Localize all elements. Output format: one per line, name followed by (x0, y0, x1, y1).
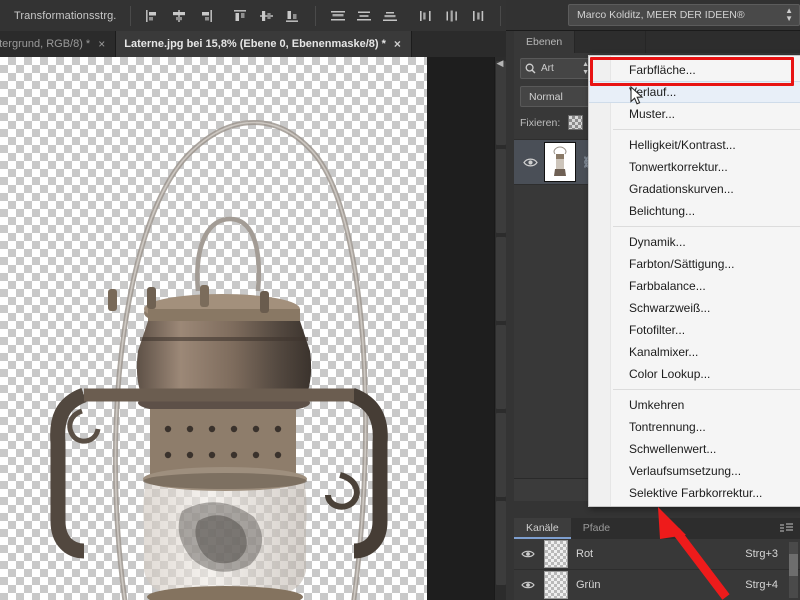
tab-ebenen[interactable]: Ebenen (514, 31, 576, 53)
lock-transparency-icon[interactable] (568, 115, 584, 130)
dock-panel-chip[interactable] (496, 149, 506, 233)
menu-item-kanalmixer[interactable]: Kanalmixer... (589, 341, 800, 363)
tab-pfade[interactable]: Pfade (570, 518, 623, 539)
lantern-artwork (50, 120, 388, 600)
menu-item-helligkeit-kontrast[interactable]: Helligkeit/Kontrast... (589, 134, 800, 156)
dock-panel-chip[interactable] (496, 325, 506, 409)
dock-panel-chip[interactable] (496, 501, 506, 585)
distribute-horizontal-centers-icon[interactable] (440, 5, 464, 27)
align-right-edges-icon[interactable] (193, 5, 217, 27)
dock-panel-chip[interactable] (496, 61, 506, 145)
distribute-horizontal-group (408, 5, 496, 27)
eye-icon[interactable] (522, 157, 538, 168)
tool-options-label: Transformationsstrg. (14, 9, 117, 22)
menu-item-list: Farbfläche... Verlauf... Muster... Helligke… (589, 56, 800, 504)
new-adjustment-layer-menu[interactable]: Farbfläche... Verlauf... Muster... Helligke… (588, 55, 800, 507)
panel-menu-icon[interactable] (780, 520, 794, 538)
mouse-cursor (630, 86, 644, 105)
red-pointer-arrow (658, 507, 730, 600)
distribute-top-edges-icon[interactable] (326, 5, 350, 27)
eye-icon[interactable] (520, 549, 536, 559)
menu-item-schwellenwert[interactable]: Schwellenwert... (589, 438, 800, 460)
lock-label: Fixieren: (520, 116, 561, 129)
tab-kanaele[interactable]: Kanäle (514, 518, 571, 539)
menu-item-verlauf[interactable]: Verlauf... (589, 81, 800, 103)
account-bar: Marco Kolditz, MEER DER IDEEN® ▲ ▼ (506, 0, 800, 31)
menu-item-muster[interactable]: Muster... (589, 103, 800, 125)
menu-item-umkehren[interactable]: Umkehren (589, 394, 800, 416)
account-name: Marco Kolditz, MEER DER IDEEN® (577, 9, 745, 21)
menu-item-farbfläche[interactable]: Farbfläche... (589, 59, 800, 81)
align-top-edges-icon[interactable] (229, 5, 253, 27)
menu-item-tonwertkorrektur[interactable]: Tonwertkorrektur... (589, 156, 800, 178)
dock-panel-chip[interactable] (496, 237, 506, 321)
menu-item-belichtung[interactable]: Belichtung... (589, 200, 800, 222)
menu-item-dynamik[interactable]: Dynamik... (589, 231, 800, 253)
layer-thumbnail[interactable] (544, 142, 576, 182)
menu-item-fotofilter[interactable]: Fotofilter... (589, 319, 800, 341)
menu-separator (613, 389, 800, 390)
align-bottom-edges-icon[interactable] (281, 5, 305, 27)
close-icon[interactable]: × (394, 38, 401, 50)
align-vertical-centers-icon[interactable] (255, 5, 279, 27)
expand-dock-arrow-icon[interactable]: ◀ (495, 58, 505, 68)
menu-separator (613, 129, 800, 130)
menu-item-farbbalance[interactable]: Farbbalance... (589, 275, 800, 297)
document-tab-2[interactable]: Laterne.jpg bei 15,8% (Ebene 0, Ebenenma… (116, 31, 412, 57)
menu-item-farbton-sättigung[interactable]: Farbton/Sättigung... (589, 253, 800, 275)
menu-item-tontrennung[interactable]: Tontrennung... (589, 416, 800, 438)
chevron-updown-icon[interactable]: ▲ ▼ (785, 7, 793, 23)
search-icon (525, 63, 536, 74)
document-tab-1[interactable]: 1% (Hintergrund, RGB/8) * × (0, 31, 117, 57)
distribute-vertical-centers-icon[interactable] (352, 5, 376, 27)
menu-item-color-lookup[interactable]: Color Lookup... (589, 363, 800, 385)
align-vertical-group (223, 5, 311, 27)
account-select[interactable]: Marco Kolditz, MEER DER IDEEN® ▲ ▼ (568, 4, 800, 26)
layers-panel-tabs: Ebenen (514, 31, 800, 53)
layer-filter-kind-value: Art (541, 63, 554, 74)
menu-item-verlaufsumsetzung[interactable]: Verlaufsumsetzung... (589, 460, 800, 482)
align-left-edges-icon[interactable] (141, 5, 165, 27)
align-buttons-group (135, 5, 223, 27)
channels-scrollbar[interactable] (789, 542, 798, 598)
menu-item-schwarzweiß[interactable]: Schwarzweiß... (589, 297, 800, 319)
image-canvas[interactable] (0, 57, 427, 600)
menu-item-selektive-farbkorrektur[interactable]: Selektive Farbkorrektur... (589, 482, 800, 504)
document-tab-1-title: 1% (Hintergrund, RGB/8) * (0, 38, 91, 50)
align-horizontal-centers-icon[interactable] (167, 5, 191, 27)
channel-thumbnail (544, 540, 568, 568)
menu-item-gradationskurven[interactable]: Gradationskurven... (589, 178, 800, 200)
distribute-vertical-group (320, 5, 408, 27)
photoshop-window: Transformationsstrg. tergrund, RGB/8) * … (0, 0, 800, 600)
menu-separator (613, 226, 800, 227)
channel-thumbnail (544, 571, 568, 599)
eye-icon[interactable] (520, 580, 536, 590)
layer-filter-kind-select[interactable]: Art ▲ ▼ (520, 58, 594, 79)
divider (500, 5, 502, 26)
distribute-right-edges-icon[interactable] (466, 5, 490, 27)
divider (315, 5, 317, 26)
tab-secondary[interactable] (575, 31, 647, 53)
lantern-image (0, 57, 427, 600)
distribute-bottom-edges-icon[interactable] (378, 5, 402, 27)
dock-panel-chip[interactable] (496, 413, 506, 497)
distribute-left-edges-icon[interactable] (414, 5, 438, 27)
close-icon[interactable]: × (98, 38, 105, 50)
scrollbar-thumb[interactable] (789, 554, 798, 576)
document-tab-2-title: Laterne.jpg bei 15,8% (Ebene 0, Ebenenma… (124, 38, 386, 50)
divider (130, 5, 132, 26)
